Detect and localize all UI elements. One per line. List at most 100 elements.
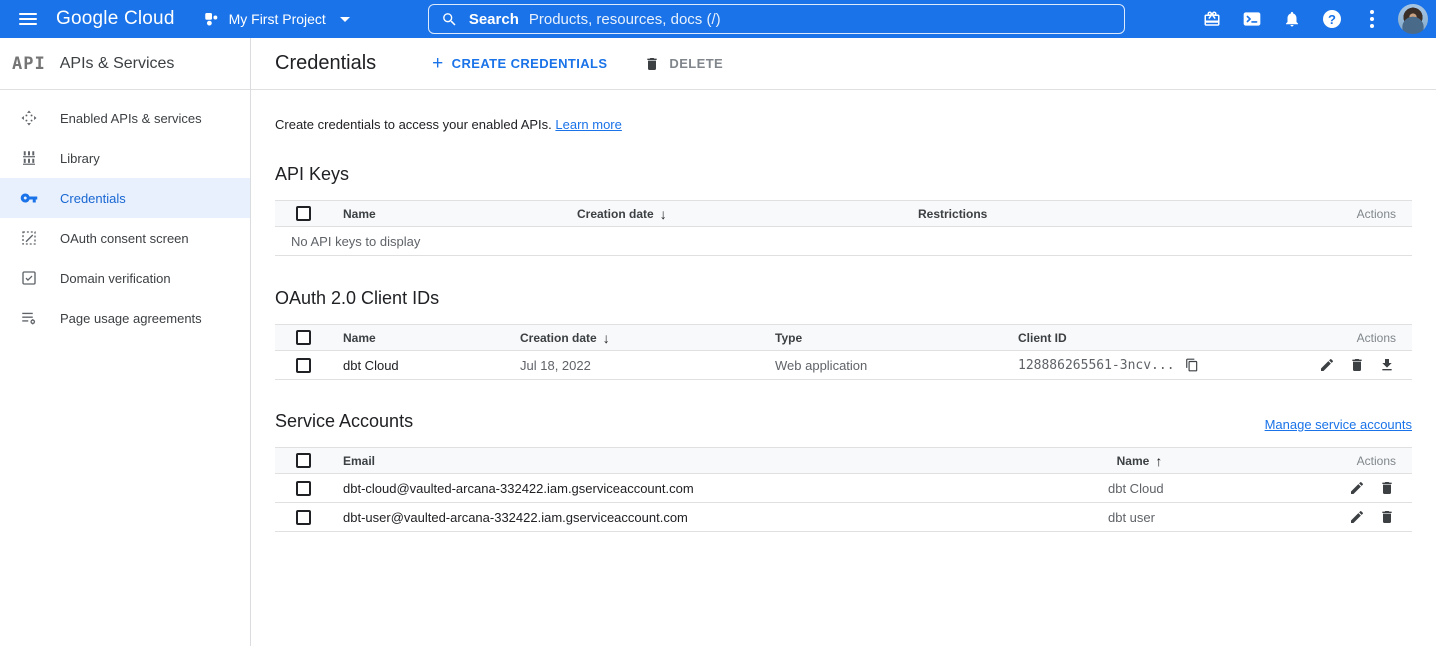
avatar[interactable] bbox=[1398, 4, 1428, 34]
google-cloud-logo: Google Cloud bbox=[56, 8, 175, 30]
column-header-name[interactable]: Name ↑ bbox=[1117, 453, 1357, 469]
edit-icon[interactable] bbox=[1348, 508, 1366, 526]
intro-text: Create credentials to access your enable… bbox=[275, 117, 1412, 132]
table-row: dbt-cloud@vaulted-arcana-332422.iam.gser… bbox=[275, 474, 1412, 503]
sidebar-item-enabled-apis[interactable]: Enabled APIs & services bbox=[0, 98, 250, 138]
topbar-actions: ? bbox=[1192, 0, 1436, 38]
manage-service-accounts-link[interactable]: Manage service accounts bbox=[1265, 417, 1412, 432]
service-accounts-heading: Service Accounts bbox=[275, 411, 413, 432]
delete-icon[interactable] bbox=[1378, 479, 1396, 497]
help-icon[interactable]: ? bbox=[1312, 0, 1352, 38]
page-usage-agreements-icon bbox=[20, 309, 38, 327]
copy-icon[interactable] bbox=[1183, 356, 1201, 374]
edit-icon[interactable] bbox=[1348, 479, 1366, 497]
main-content: Credentials + CREATE CREDENTIALS DELETE … bbox=[251, 38, 1436, 646]
sidebar-item-label: Enabled APIs & services bbox=[60, 111, 202, 126]
api-keys-empty-message: No API keys to display bbox=[275, 227, 1412, 256]
page-header: Credentials + CREATE CREDENTIALS DELETE bbox=[251, 38, 1436, 90]
select-all-checkbox[interactable] bbox=[296, 206, 311, 221]
oauth-consent-icon bbox=[20, 229, 38, 247]
column-header-creation-date[interactable]: Creation date ↓ bbox=[577, 206, 918, 222]
api-keys-heading: API Keys bbox=[275, 164, 1412, 185]
delete-button[interactable]: DELETE bbox=[643, 55, 723, 73]
column-header-email: Email bbox=[343, 454, 1117, 468]
edit-icon[interactable] bbox=[1318, 356, 1336, 374]
sort-desc-icon: ↓ bbox=[603, 330, 610, 346]
row-checkbox[interactable] bbox=[296, 358, 311, 373]
library-icon bbox=[20, 149, 38, 167]
search-label: Search bbox=[469, 11, 519, 28]
gift-icon[interactable] bbox=[1192, 0, 1232, 38]
create-credentials-button[interactable]: + CREATE CREDENTIALS bbox=[432, 54, 607, 73]
select-all-checkbox[interactable] bbox=[296, 453, 311, 468]
client-type: Web application bbox=[775, 358, 1018, 373]
top-app-bar: Google Cloud My First Project Search bbox=[0, 0, 1436, 38]
api-keys-header-row: Name Creation date ↓ Restrictions Action… bbox=[275, 200, 1412, 227]
api-keys-table: Name Creation date ↓ Restrictions Action… bbox=[275, 200, 1412, 256]
notifications-bell-icon[interactable] bbox=[1272, 0, 1312, 38]
service-accounts-header-row: Email Name ↑ Actions bbox=[275, 447, 1412, 474]
sidebar-item-domain-verification[interactable]: Domain verification bbox=[0, 258, 250, 298]
column-header-restrictions: Restrictions bbox=[918, 207, 1357, 221]
column-header-actions: Actions bbox=[1357, 331, 1412, 345]
column-header-client-id: Client ID bbox=[1018, 331, 1357, 345]
plus-icon: + bbox=[432, 54, 444, 73]
enabled-apis-icon bbox=[20, 109, 38, 127]
more-vert-icon[interactable] bbox=[1352, 0, 1392, 38]
sidebar-item-label: Page usage agreements bbox=[60, 311, 202, 326]
download-icon[interactable] bbox=[1378, 356, 1396, 374]
project-name: My First Project bbox=[229, 11, 326, 27]
key-icon bbox=[20, 189, 38, 207]
oauth-clients-table: Name Creation date ↓ Type Client ID Acti… bbox=[275, 324, 1412, 380]
project-icon bbox=[203, 10, 221, 28]
column-header-name: Name bbox=[343, 207, 577, 221]
domain-verification-icon bbox=[20, 269, 38, 287]
sidebar-item-label: OAuth consent screen bbox=[60, 231, 189, 246]
column-header-actions: Actions bbox=[1357, 454, 1412, 468]
sidebar-header: API APIs & Services bbox=[0, 38, 250, 90]
client-name: dbt Cloud bbox=[343, 358, 520, 373]
delete-icon[interactable] bbox=[1348, 356, 1366, 374]
cloud-shell-icon[interactable] bbox=[1232, 0, 1272, 38]
sidebar-item-label: Credentials bbox=[60, 191, 126, 206]
service-accounts-table: Email Name ↑ Actions dbt-cloud@vaulted-a… bbox=[275, 447, 1412, 532]
chevron-down-icon bbox=[340, 17, 350, 22]
client-id-value: 128886265561-3ncv... bbox=[1018, 358, 1175, 373]
row-checkbox[interactable] bbox=[296, 481, 311, 496]
column-header-type: Type bbox=[775, 331, 1018, 345]
sidebar-item-label: Library bbox=[60, 151, 100, 166]
api-logo: API bbox=[12, 54, 46, 74]
service-account-email: dbt-user@vaulted-arcana-332422.iam.gserv… bbox=[343, 510, 1108, 525]
search-input[interactable] bbox=[529, 11, 1112, 28]
table-row: dbt Cloud Jul 18, 2022 Web application 1… bbox=[275, 351, 1412, 380]
oauth-header-row: Name Creation date ↓ Type Client ID Acti… bbox=[275, 324, 1412, 351]
column-header-creation-date[interactable]: Creation date ↓ bbox=[520, 330, 775, 346]
oauth-clients-heading: OAuth 2.0 Client IDs bbox=[275, 288, 1412, 309]
table-row: dbt-user@vaulted-arcana-332422.iam.gserv… bbox=[275, 503, 1412, 532]
delete-icon[interactable] bbox=[1378, 508, 1396, 526]
page-title: Credentials bbox=[275, 52, 376, 75]
menu-icon[interactable] bbox=[0, 0, 56, 38]
project-selector[interactable]: My First Project bbox=[197, 6, 356, 32]
sidebar-item-credentials[interactable]: Credentials bbox=[0, 178, 250, 218]
select-all-checkbox[interactable] bbox=[296, 330, 311, 345]
sidebar-item-page-usage[interactable]: Page usage agreements bbox=[0, 298, 250, 338]
search-bar[interactable]: Search bbox=[428, 4, 1125, 34]
column-header-actions: Actions bbox=[1357, 207, 1412, 221]
sidebar-item-library[interactable]: Library bbox=[0, 138, 250, 178]
service-account-email: dbt-cloud@vaulted-arcana-332422.iam.gser… bbox=[343, 481, 1108, 496]
row-checkbox[interactable] bbox=[296, 510, 311, 525]
client-creation-date: Jul 18, 2022 bbox=[520, 358, 775, 373]
sidebar-title: APIs & Services bbox=[60, 55, 175, 73]
sort-desc-icon: ↓ bbox=[660, 206, 667, 222]
trash-icon bbox=[643, 55, 661, 73]
service-account-name: dbt Cloud bbox=[1108, 481, 1348, 496]
sidebar-item-oauth-consent[interactable]: OAuth consent screen bbox=[0, 218, 250, 258]
sidebar: API APIs & Services Enabled APIs & servi… bbox=[0, 38, 251, 646]
search-icon bbox=[441, 10, 459, 28]
service-account-name: dbt user bbox=[1108, 510, 1348, 525]
learn-more-link[interactable]: Learn more bbox=[555, 117, 621, 132]
sidebar-item-label: Domain verification bbox=[60, 271, 171, 286]
column-header-name: Name bbox=[343, 331, 520, 345]
sort-asc-icon: ↑ bbox=[1155, 453, 1162, 469]
